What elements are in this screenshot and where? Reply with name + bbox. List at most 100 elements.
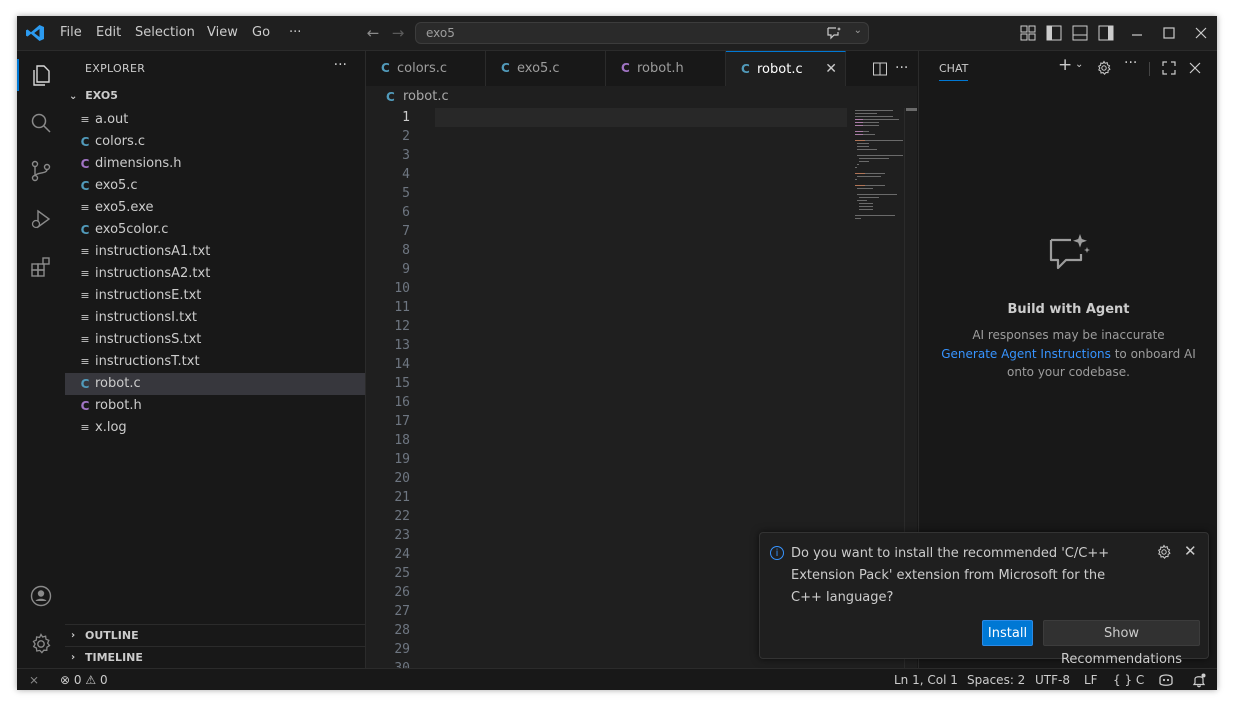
c-file-icon: C: [80, 223, 90, 237]
text-file-icon: ≡: [80, 113, 90, 126]
source-control-icon[interactable]: [29, 159, 53, 183]
new-chat-plus-icon[interactable]: +: [1058, 55, 1072, 75]
file-name: exo5.c: [95, 178, 138, 193]
line-number: 10: [394, 281, 410, 296]
search-icon[interactable]: [29, 111, 53, 135]
end-of-line[interactable]: LF: [1084, 669, 1098, 690]
file-item[interactable]: Cdimensions.h: [65, 153, 365, 175]
c-file-icon: C: [80, 179, 90, 193]
tab-label: exo5.c: [517, 61, 560, 76]
line-number: 27: [394, 604, 410, 619]
scroll-thumb[interactable]: [906, 108, 917, 111]
encoding[interactable]: UTF-8: [1035, 669, 1070, 690]
install-button[interactable]: Install: [982, 620, 1033, 646]
cursor-position[interactable]: Ln 1, Col 1: [894, 669, 958, 690]
language-mode[interactable]: { } C: [1113, 669, 1144, 690]
outline-section[interactable]: › OUTLINE: [65, 624, 365, 647]
extension-recommendation-notification: i Do you want to install the recommended…: [759, 532, 1209, 667]
close-panel-icon[interactable]: [1188, 60, 1202, 76]
menu-selection[interactable]: Selection: [135, 16, 195, 50]
chevron-down-icon[interactable]: ⌄: [854, 25, 862, 36]
menu-view[interactable]: View: [207, 16, 238, 50]
file-item[interactable]: ≡ instructionsA2.txt: [65, 263, 365, 285]
maximize-panel-icon[interactable]: [1161, 60, 1177, 76]
file-name: x.log: [95, 420, 127, 435]
toggle-panel-icon[interactable]: [1072, 24, 1088, 42]
file-item[interactable]: Cexo5color.c: [65, 219, 365, 241]
toggle-primary-sidebar-icon[interactable]: [1046, 24, 1062, 42]
line-number: 14: [394, 357, 410, 372]
generate-instructions-link[interactable]: Generate Agent Instructions: [941, 347, 1111, 361]
back-arrow-icon[interactable]: ←: [364, 23, 382, 43]
settings-gear-icon[interactable]: [29, 632, 53, 656]
minimize-icon[interactable]: [1130, 24, 1144, 42]
indentation[interactable]: Spaces: 2: [967, 669, 1025, 690]
file-item[interactable]: ≡ instructionsI.txt: [65, 307, 365, 329]
folder-header[interactable]: ⌄ EXO5: [69, 89, 118, 102]
text-file-icon: ≡: [80, 289, 90, 302]
extensions-icon[interactable]: [29, 255, 53, 279]
file-item[interactable]: Crobot.h: [65, 395, 365, 417]
line-number: 6: [402, 205, 410, 220]
line-number: 11: [394, 300, 410, 315]
run-debug-icon[interactable]: [29, 207, 53, 231]
file-name: colors.c: [95, 134, 146, 149]
menu-more[interactable]: ···: [289, 16, 301, 50]
show-recommendations-button[interactable]: Show Recommendations: [1043, 620, 1200, 667]
tab-robot-c[interactable]: C robot.c ✕: [726, 51, 846, 86]
more-actions-icon[interactable]: ···: [334, 57, 347, 73]
chat-sparkle-icon[interactable]: [826, 26, 842, 40]
command-center-search[interactable]: exo5 ⌄: [415, 22, 869, 44]
account-icon[interactable]: [29, 584, 53, 608]
maximize-icon[interactable]: [1162, 24, 1176, 42]
line-number: 28: [394, 623, 410, 638]
menu-file[interactable]: File: [60, 16, 82, 50]
close-window-icon[interactable]: [1194, 24, 1208, 42]
chat-settings-gear-icon[interactable]: [1096, 60, 1112, 76]
customize-layout-icon[interactable]: [1020, 24, 1036, 42]
more-actions-icon[interactable]: ···: [1124, 55, 1137, 71]
file-item[interactable]: Cexo5.c: [65, 175, 365, 197]
problems-indicator[interactable]: ⊗ 0 ⚠ 0: [60, 669, 108, 690]
tab-exo5-c[interactable]: C exo5.c: [486, 51, 606, 86]
notifications-bell-icon[interactable]: [1191, 672, 1207, 688]
editor-tabs: C colors.c C exo5.c C robot.h C robot.c …: [366, 51, 917, 87]
file-item[interactable]: ≡ instructionsE.txt: [65, 285, 365, 307]
breadcrumb-file[interactable]: robot.c: [403, 86, 449, 108]
file-item[interactable]: Crobot.c: [65, 373, 365, 395]
title-bar: File Edit Selection View Go ··· ← → exo5…: [17, 16, 1217, 51]
vscode-window: File Edit Selection View Go ··· ← → exo5…: [17, 16, 1217, 690]
file-item[interactable]: ≡ x.log: [65, 417, 365, 439]
toggle-secondary-sidebar-icon[interactable]: [1098, 24, 1114, 42]
close-tab-icon[interactable]: ✕: [825, 52, 837, 87]
file-item[interactable]: ≡ instructionsA1.txt: [65, 241, 365, 263]
tab-label: colors.c: [397, 61, 448, 76]
split-editor-icon[interactable]: [872, 61, 888, 77]
file-item[interactable]: ≡ instructionsT.txt: [65, 351, 365, 373]
tab-robot-h[interactable]: C robot.h: [606, 51, 726, 86]
menu-edit[interactable]: Edit: [96, 16, 121, 50]
file-name: a.out: [95, 112, 129, 127]
tab-colors-c[interactable]: C colors.c: [366, 51, 486, 86]
menu-go[interactable]: Go: [252, 16, 270, 50]
close-notification-icon[interactable]: ✕: [1184, 542, 1197, 560]
outline-label: OUTLINE: [85, 629, 139, 642]
file-item[interactable]: Ccolors.c: [65, 131, 365, 153]
file-item[interactable]: ≡ a.out: [65, 109, 365, 131]
more-actions-icon[interactable]: ···: [895, 51, 908, 86]
file-item[interactable]: ≡ instructionsS.txt: [65, 329, 365, 351]
copilot-icon[interactable]: [1157, 672, 1175, 688]
search-text: exo5: [426, 26, 455, 40]
notification-settings-gear-icon[interactable]: [1156, 544, 1172, 560]
forward-arrow-icon[interactable]: →: [389, 23, 407, 43]
active-indicator: [17, 59, 19, 91]
remote-indicator-icon[interactable]: ⨯: [29, 669, 39, 690]
chat-tab[interactable]: CHAT: [939, 62, 968, 75]
line-number: 30: [366, 659, 410, 668]
timeline-section[interactable]: › TIMELINE: [65, 646, 365, 669]
c-file-icon: C: [381, 61, 390, 75]
file-item[interactable]: ≡ exo5.exe: [65, 197, 365, 219]
warning-count: 0: [99, 673, 108, 687]
chevron-down-icon[interactable]: ⌄: [1075, 59, 1083, 75]
explorer-files-icon[interactable]: [29, 63, 53, 87]
